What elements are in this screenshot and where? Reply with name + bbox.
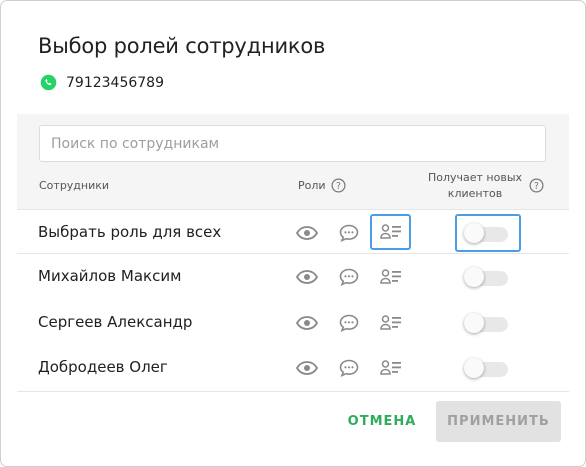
role-contacts-button[interactable] [378,355,404,381]
eye-icon [296,316,318,330]
employee-name: Михайлов Максим [38,267,182,285]
role-view-button[interactable] [294,220,320,246]
column-header-new-clients: Получает новых клиентов [425,170,525,202]
role-chat-button[interactable] [336,355,362,381]
column-header-employees: Сотрудники [39,179,110,192]
employee-name: Сергеев Александр [38,313,193,331]
contact-list-icon [380,269,401,284]
eye-icon [296,226,318,240]
phone-line: 79123456789 [40,74,164,91]
svg-text:?: ? [336,181,341,192]
phone-number: 79123456789 [66,74,164,91]
role-view-button[interactable] [294,264,320,290]
role-chat-button[interactable] [336,310,362,336]
toggle-knob [464,313,484,333]
role-view-button[interactable] [294,355,320,381]
cancel-button[interactable]: ОТМЕНА [342,403,422,439]
roles-help-icon[interactable]: ? [331,178,346,193]
chat-icon [339,359,359,377]
apply-button[interactable]: ПРИМЕНИТЬ [436,401,561,442]
role-view-button[interactable] [294,310,320,336]
dialog-title: Выбор ролей сотрудников [38,34,326,58]
table-row: Добродеев Олег [17,345,569,390]
search-input[interactable] [39,125,546,162]
chat-icon [339,268,359,286]
svg-text:?: ? [534,181,539,192]
role-contacts-button[interactable] [378,264,404,290]
column-header-roles: Роли [298,179,326,192]
whatsapp-icon [40,74,57,91]
footer-divider [17,391,569,392]
toggle-knob [464,267,484,287]
toggle-knob [464,358,484,378]
employee-name: Добродеев Олег [38,358,168,376]
column-header-new-clients-line2: клиентов [447,187,503,200]
role-contacts-button[interactable] [370,214,411,250]
role-contacts-button[interactable] [378,310,404,336]
table-row: Выбрать роль для всех [17,209,569,254]
table-row: Михайлов Максим [17,254,569,299]
role-selection-dialog: Выбор ролей сотрудников 79123456789 Сотр… [0,0,586,467]
eye-icon [296,270,318,284]
chat-icon [339,314,359,332]
table-row: Сергеев Александр [17,300,569,345]
employee-name: Выбрать роль для всех [38,223,222,241]
eye-icon [296,361,318,375]
contact-list-icon [380,360,401,375]
new-clients-toggle[interactable] [464,266,508,288]
role-chat-button[interactable] [336,264,362,290]
new-clients-toggle[interactable] [464,312,508,334]
column-header-new-clients-line1: Получает новых [427,171,523,184]
new-clients-toggle[interactable] [464,357,508,379]
chat-icon [339,224,359,242]
contact-list-icon [379,224,401,239]
contact-list-icon [380,315,401,330]
new-clients-help-icon[interactable]: ? [529,178,544,193]
role-chat-button[interactable] [336,220,362,246]
toggle-knob [464,223,484,243]
new-clients-toggle[interactable] [464,222,508,244]
